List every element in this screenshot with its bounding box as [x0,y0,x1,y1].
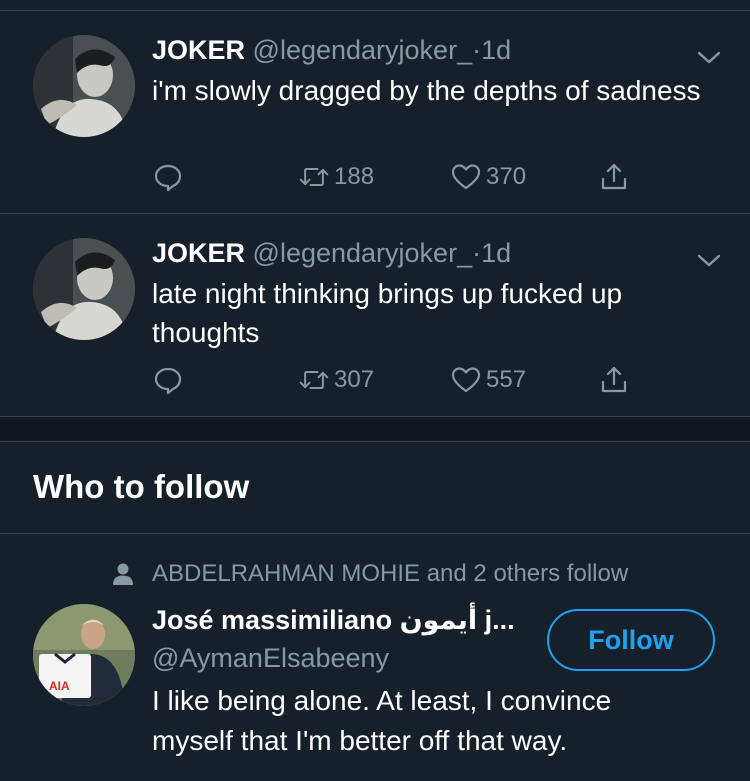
social-context-text[interactable]: ABDELRAHMAN MOHIE and 2 others follow [152,560,628,588]
retweet-icon [299,371,329,389]
who-to-follow-title: Who to follow [33,468,250,505]
tweet[interactable]: JOKER @legendaryjoker_·1d late night thi… [0,214,750,417]
like-icon [451,164,481,190]
divider [0,441,750,442]
separator: · [472,238,482,268]
tweet-time[interactable]: 1d [481,238,511,268]
tweet-text: late night thinking brings up fucked up … [152,278,623,348]
tweet-actions: 307 557 [152,362,652,398]
divider [0,533,750,534]
retweet-count: 188 [334,163,375,190]
suggestion-name[interactable]: José massimiliano أيمون j... [152,605,515,636]
chevron-down-icon[interactable] [696,49,722,67]
tweet-actions: 188 370 [152,159,652,195]
follow-button[interactable]: Follow [547,609,715,671]
avatar[interactable] [33,35,135,137]
reply-button[interactable] [152,159,184,195]
author-name[interactable]: JOKER [152,238,245,268]
retweet-icon [299,168,329,186]
reply-button[interactable] [152,362,184,398]
tweet-text: i'm slowly dragged by the depths of sadn… [152,75,701,106]
retweet-button[interactable]: 307 [298,362,374,398]
section-gap [0,417,750,441]
person-icon [113,563,133,585]
share-button[interactable] [598,159,630,195]
like-count: 370 [486,163,527,190]
avatar[interactable] [33,238,135,340]
share-icon [601,163,627,190]
suggestion-bio: I like being alone. At least, I convince… [152,685,612,756]
like-count: 557 [486,366,527,393]
avatar[interactable]: AIA [33,604,135,706]
author-name[interactable]: JOKER [152,35,245,65]
tweet-header: JOKER @legendaryjoker_·1d [152,33,690,67]
reply-icon [154,164,182,192]
separator: · [472,35,482,65]
jersey-logo: AIA [49,679,70,693]
social-context: ABDELRAHMAN MOHIE and 2 others follow [112,560,628,588]
tweet[interactable]: JOKER @legendaryjoker_·1d i'm slowly dra… [0,11,750,214]
retweet-count: 307 [334,366,375,393]
author-handle[interactable]: @legendaryjoker_ [253,35,473,65]
chevron-down-icon[interactable] [696,252,722,270]
share-icon [601,366,627,393]
like-button[interactable]: 557 [450,362,526,398]
author-handle[interactable]: @legendaryjoker_ [253,238,473,268]
tweet-header: JOKER @legendaryjoker_·1d [152,236,690,270]
suggestion-handle[interactable]: @AymanElsabeeny [152,643,389,674]
like-button[interactable]: 370 [450,159,526,195]
share-button[interactable] [598,362,630,398]
timeline: JOKER @legendaryjoker_·1d i'm slowly dra… [0,0,750,781]
reply-icon [154,367,182,395]
like-icon [451,367,481,393]
tweet-time[interactable]: 1d [481,35,511,65]
retweet-button[interactable]: 188 [298,159,374,195]
